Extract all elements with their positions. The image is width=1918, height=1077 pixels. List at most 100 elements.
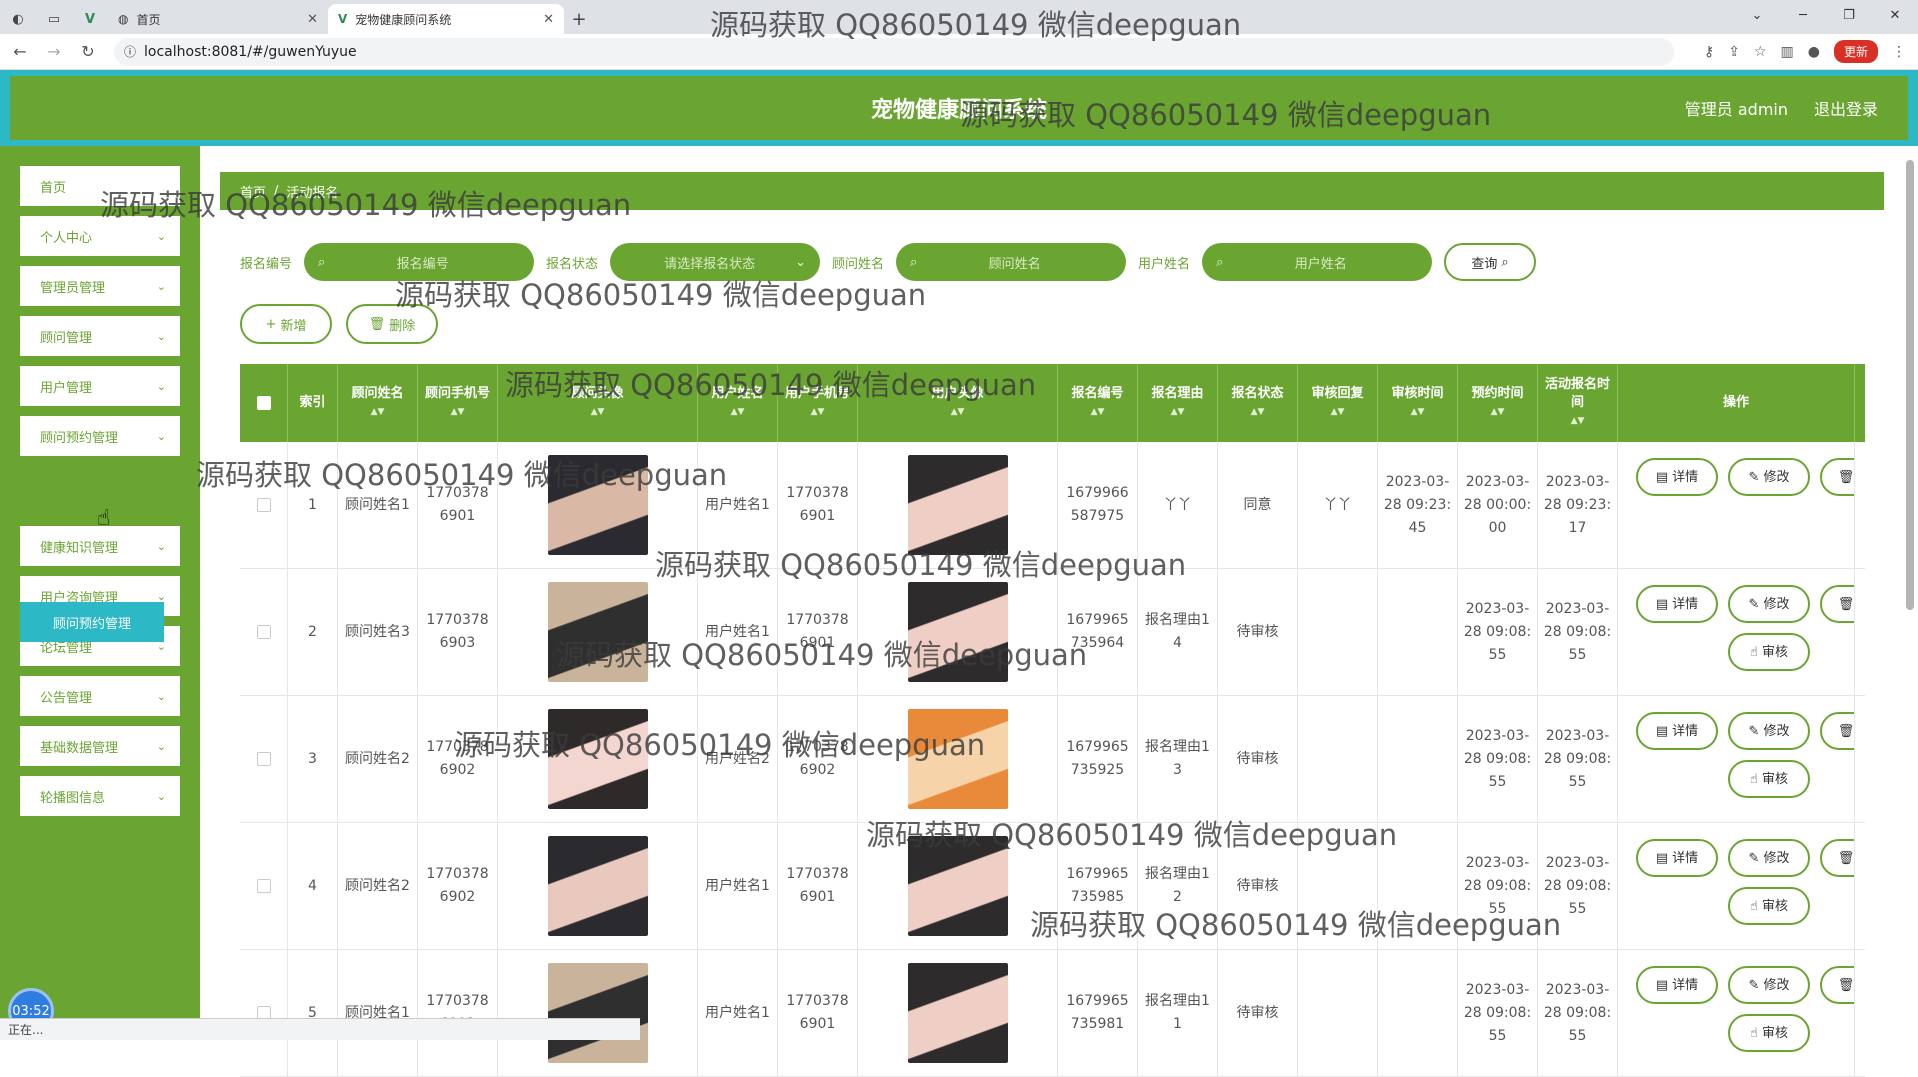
audit-button[interactable]: ☝ 审核 bbox=[1728, 887, 1810, 925]
edit-button[interactable]: ✎ 修改 bbox=[1728, 966, 1810, 1004]
detail-button[interactable]: ▤ 详情 bbox=[1636, 458, 1718, 496]
sidebar-item-notice-mgmt[interactable]: 公告管理 ⌄ bbox=[20, 676, 180, 716]
sidebar-item-home[interactable]: 首页 bbox=[20, 166, 180, 206]
sidebar-item-user-mgmt[interactable]: 用户管理 ⌄ bbox=[20, 366, 180, 406]
audit-button[interactable]: ☝ 审核 bbox=[1728, 633, 1810, 671]
cell-audit_time bbox=[1378, 823, 1458, 949]
sidebar-item-admin-mgmt[interactable]: 管理员管理 ⌄ bbox=[20, 266, 180, 306]
back-icon[interactable]: ← bbox=[6, 42, 34, 61]
share-icon[interactable]: ⇪ bbox=[1728, 44, 1740, 60]
sort-icon[interactable]: ▲▼ bbox=[1411, 403, 1425, 421]
sidebar-item-carousel-info[interactable]: 轮播图信息 ⌄ bbox=[20, 776, 180, 816]
reload-icon[interactable]: ↻ bbox=[74, 42, 102, 61]
page-scrollbar[interactable] bbox=[1906, 160, 1914, 610]
add-button[interactable]: + 新增 bbox=[240, 304, 332, 344]
sort-icon[interactable]: ▲▼ bbox=[451, 403, 465, 421]
user-name-input[interactable]: ⌕ 用户姓名 bbox=[1202, 243, 1433, 281]
row-checkbox[interactable] bbox=[240, 442, 288, 568]
detail-button[interactable]: ▤ 详情 bbox=[1636, 839, 1718, 877]
key-icon[interactable]: ⚷ bbox=[1704, 44, 1714, 60]
column-header[interactable]: 报名状态 ▲▼ bbox=[1218, 364, 1298, 442]
browser-tab-home[interactable]: ◍ 首页 ✕ bbox=[108, 4, 328, 34]
delete-button[interactable]: 🗑删除 bbox=[1820, 585, 1854, 623]
close-tab-icon[interactable]: ✕ bbox=[543, 12, 554, 27]
column-header[interactable]: 顾问姓名 ▲▼ bbox=[338, 364, 418, 442]
query-button[interactable]: 查询 ⌕ bbox=[1444, 243, 1537, 281]
delete-button[interactable]: 🗑删除 bbox=[1820, 458, 1854, 496]
sort-icon[interactable]: ▲▼ bbox=[1491, 403, 1505, 421]
signup-no-input[interactable]: ⌕ 报名编号 bbox=[304, 243, 535, 281]
row-checkbox[interactable] bbox=[240, 569, 288, 695]
delete-button[interactable]: 🗑删除 bbox=[1820, 712, 1854, 750]
sort-icon[interactable]: ▲▼ bbox=[371, 403, 385, 421]
column-header[interactable]: 用户姓名 ▲▼ bbox=[698, 364, 778, 442]
sidebar-item-health-knowledge-mgmt[interactable]: 健康知识管理 ⌄ bbox=[20, 526, 180, 566]
sort-icon[interactable]: ▲▼ bbox=[811, 403, 825, 421]
edit-button[interactable]: ✎ 修改 bbox=[1728, 458, 1810, 496]
user-avatar-cell bbox=[858, 696, 1058, 822]
detail-button[interactable]: ▤ 详情 bbox=[1636, 585, 1718, 623]
breadcrumb-home[interactable]: 首页 bbox=[240, 182, 266, 201]
cell-audit_time bbox=[1378, 696, 1458, 822]
restore-button[interactable]: ❐ bbox=[1826, 0, 1872, 30]
column-header[interactable]: 审核时间 ▲▼ bbox=[1378, 364, 1458, 442]
column-header[interactable]: 用户手机号 ▲▼ bbox=[778, 364, 858, 442]
sort-icon[interactable]: ▲▼ bbox=[1331, 403, 1345, 421]
detail-button[interactable]: ▤ 详情 bbox=[1636, 966, 1718, 1004]
tab-search-icon[interactable]: ⌄ bbox=[1734, 0, 1780, 30]
browser-tab-active[interactable]: V 宠物健康顾问系统 ✕ bbox=[328, 4, 564, 34]
sort-icon[interactable]: ▲▼ bbox=[731, 403, 745, 421]
vue-tab-icon[interactable]: V bbox=[72, 4, 108, 34]
update-button[interactable]: 更新 bbox=[1833, 40, 1878, 63]
delete-button[interactable]: 🗑 删除 bbox=[346, 304, 438, 344]
logout-link[interactable]: 退出登录 bbox=[1814, 96, 1878, 120]
select-all-checkbox[interactable] bbox=[240, 364, 288, 442]
row-checkbox[interactable] bbox=[240, 696, 288, 822]
minimize-button[interactable]: ─ bbox=[1780, 0, 1826, 30]
edit-button[interactable]: ✎ 修改 bbox=[1728, 712, 1810, 750]
column-header[interactable]: 报名编号 ▲▼ bbox=[1058, 364, 1138, 442]
sort-icon[interactable]: ▲▼ bbox=[951, 403, 965, 421]
detail-button[interactable]: ▤ 详情 bbox=[1636, 712, 1718, 750]
column-header[interactable]: 报名理由 ▲▼ bbox=[1138, 364, 1218, 442]
sidebar-item-consultant-booking-mgmt[interactable]: 顾问预约管理 ⌄ bbox=[20, 416, 180, 456]
sort-icon[interactable]: ▲▼ bbox=[1171, 403, 1185, 421]
sort-icon[interactable]: ▲▼ bbox=[1091, 403, 1105, 421]
column-header[interactable]: 顾问手机号 ▲▼ bbox=[418, 364, 498, 442]
audit-button[interactable]: ☝ 审核 bbox=[1728, 1014, 1810, 1052]
status-select[interactable]: 请选择报名状态 ⌄ bbox=[610, 243, 821, 281]
row-checkbox[interactable] bbox=[240, 823, 288, 949]
column-header[interactable]: 预约时间 ▲▼ bbox=[1458, 364, 1538, 442]
sort-icon[interactable]: ▲▼ bbox=[1571, 412, 1585, 430]
sidebar-subitem-booking[interactable]: 顾问预约管理 bbox=[20, 602, 164, 642]
delete-button[interactable]: 🗑删除 bbox=[1820, 839, 1854, 877]
consultant-name-input[interactable]: ⌕ 顾问姓名 bbox=[896, 243, 1127, 281]
edit-button[interactable]: ✎ 修改 bbox=[1728, 839, 1810, 877]
forward-icon[interactable]: → bbox=[40, 42, 68, 61]
address-bar[interactable]: ⓘ localhost:8081/#/guwenYuyue bbox=[114, 37, 1674, 66]
profile-icon[interactable]: ● bbox=[1808, 44, 1820, 60]
column-header[interactable]: 用户头像 ▲▼ bbox=[858, 364, 1058, 442]
sidepanel-icon[interactable]: ▥ bbox=[1781, 44, 1794, 60]
close-window-button[interactable]: ✕ bbox=[1872, 0, 1918, 30]
close-tab-icon[interactable]: ✕ bbox=[307, 12, 318, 27]
sidebar-item-base-data-mgmt[interactable]: 基础数据管理 ⌄ bbox=[20, 726, 180, 766]
menu-icon[interactable]: ⋮ bbox=[1892, 44, 1906, 60]
row-checkbox[interactable] bbox=[240, 950, 288, 1076]
tab-favicon-1[interactable]: ◐ bbox=[0, 4, 36, 34]
new-tab-button[interactable]: + bbox=[564, 4, 594, 34]
edit-button[interactable]: ✎ 修改 bbox=[1728, 585, 1810, 623]
info-icon[interactable]: ⓘ bbox=[124, 43, 136, 60]
tab-favicon-2[interactable]: ▭ bbox=[36, 4, 72, 34]
delete-button[interactable]: 🗑删除 bbox=[1820, 966, 1854, 1004]
audit-button[interactable]: ☝ 审核 bbox=[1728, 760, 1810, 798]
sort-icon[interactable]: ▲▼ bbox=[591, 403, 605, 421]
column-header[interactable]: 活动报名时间 ▲▼ bbox=[1538, 364, 1618, 442]
sidebar-item-consultant-mgmt[interactable]: 顾问管理 ⌄ bbox=[20, 316, 180, 356]
column-header[interactable]: 顾问头像 ▲▼ bbox=[498, 364, 698, 442]
sidebar-item-label: 健康知识管理 bbox=[40, 540, 119, 556]
column-header[interactable]: 审核回复 ▲▼ bbox=[1298, 364, 1378, 442]
sort-icon[interactable]: ▲▼ bbox=[1251, 403, 1265, 421]
sidebar-item-personal-center[interactable]: 个人中心 ⌄ bbox=[20, 216, 180, 256]
bookmark-star-icon[interactable]: ☆ bbox=[1754, 44, 1767, 60]
